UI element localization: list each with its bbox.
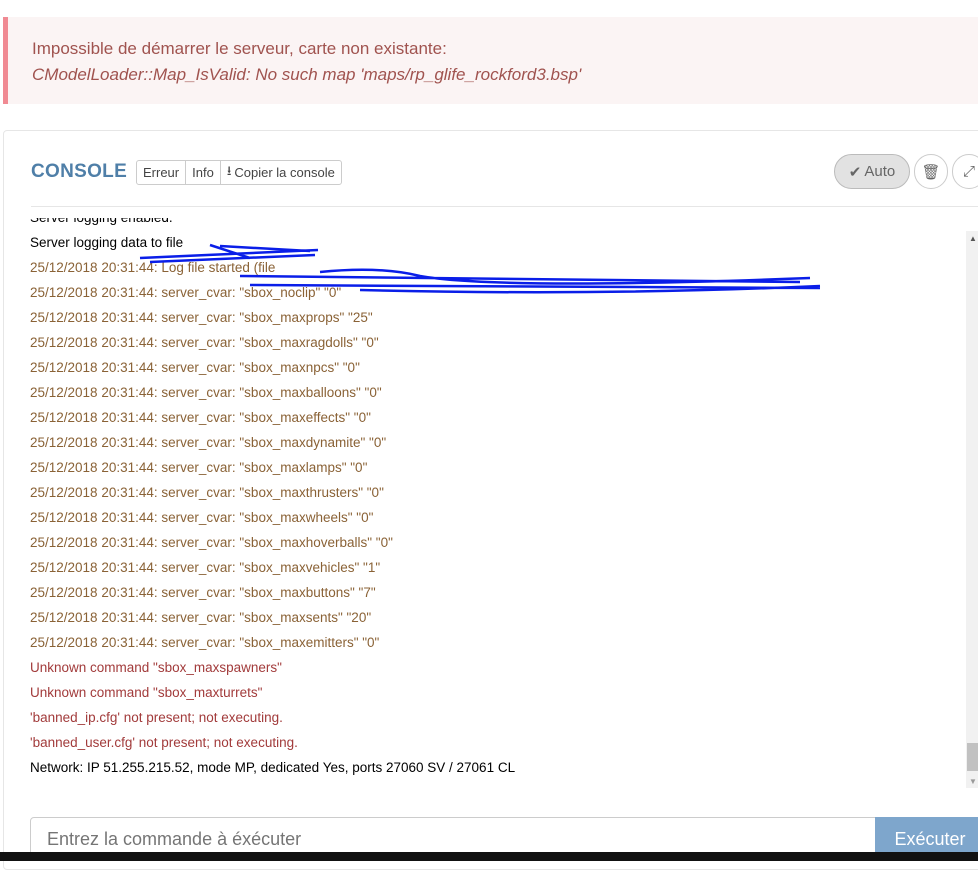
copy-console-button[interactable]: ⭳ Copier la console — [221, 161, 341, 184]
scroll-down-icon[interactable]: ▼ — [969, 777, 977, 786]
error-alert: Impossible de démarrer le serveur, carte… — [3, 17, 978, 104]
filter-error-button[interactable]: Erreur — [137, 161, 187, 184]
console-line: 'banned_ip.cfg' not present; not executi… — [30, 710, 283, 725]
auto-label: Auto — [864, 163, 896, 180]
fullscreen-button[interactable]: ⤢ — [952, 154, 978, 189]
console-line: 25/12/2018 20:31:44: server_cvar: "sbox_… — [30, 360, 360, 375]
clear-console-button[interactable]: 🗑 — [914, 154, 948, 189]
console-line: 25/12/2018 20:31:44: server_cvar: "sbox_… — [30, 385, 382, 400]
console-line: Unknown command "sbox_maxturrets" — [30, 685, 263, 700]
console-line: 25/12/2018 20:31:44: server_cvar: "sbox_… — [30, 635, 380, 650]
console-line: 25/12/2018 20:31:44: server_cvar: "sbox_… — [30, 335, 379, 350]
console-line: 25/12/2018 20:31:44: server_cvar: "sbox_… — [30, 310, 373, 325]
console-line: 25/12/2018 20:31:44: server_cvar: "sbox_… — [30, 485, 384, 500]
console-line: Network: IP 51.255.215.52, mode MP, dedi… — [30, 760, 516, 775]
console-panel: CONSOLE Erreur Info ⭳ Copier la console ✔… — [3, 130, 978, 870]
console-line: Server logging enabled. — [30, 218, 964, 230]
filter-info-button[interactable]: Info — [186, 161, 221, 184]
alert-message: Impossible de démarrer le serveur, carte… — [32, 39, 447, 58]
console-line: 'banned_user.cfg' not present; not execu… — [30, 735, 298, 750]
console-line: 25/12/2018 20:31:44: server_cvar: "sbox_… — [30, 410, 371, 425]
console-line: 25/12/2018 20:31:44: server_cvar: "sbox_… — [30, 510, 374, 525]
taskbar — [0, 852, 978, 861]
alert-detail: CModelLoader::Map_IsValid: No such map '… — [32, 65, 582, 84]
console-line: 25/12/2018 20:31:44: server_cvar: "sbox_… — [30, 460, 368, 475]
copy-console-label: Copier la console — [234, 165, 335, 180]
console-line: Unknown command "sbox_maxspawners" — [30, 660, 282, 675]
console-line: 25/12/2018 20:31:44: server_cvar: "sbox_… — [30, 610, 372, 625]
check-icon: ✔ — [848, 163, 862, 181]
console-line: 25/12/2018 20:31:44: server_cvar: "sbox_… — [30, 560, 381, 575]
divider — [31, 206, 978, 207]
console-line: 25/12/2018 20:31:44: server_cvar: "sbox_… — [30, 535, 393, 550]
console-line: Server logging data to file — [30, 235, 184, 250]
console-output: Server logging enabled. Server logging da… — [30, 218, 964, 790]
console-line: 25/12/2018 20:31:44: Log file started (f… — [30, 260, 276, 275]
auto-scroll-toggle[interactable]: ✔ Auto — [834, 154, 910, 189]
console-scrollbar[interactable]: ▲ ▼ — [966, 231, 978, 788]
console-line: 25/12/2018 20:31:44: server_cvar: "sbox_… — [30, 285, 342, 300]
console-line: 25/12/2018 20:31:44: server_cvar: "sbox_… — [30, 435, 387, 450]
download-icon: ⭳ — [226, 162, 232, 178]
expand-icon: ⤢ — [962, 163, 975, 180]
console-title: CONSOLE — [31, 161, 128, 182]
scroll-up-icon[interactable]: ▲ — [969, 234, 977, 243]
scrollbar-thumb[interactable] — [967, 743, 978, 771]
console-line: 25/12/2018 20:31:44: server_cvar: "sbox_… — [30, 585, 376, 600]
trash-icon: 🗑 — [921, 163, 941, 181]
filter-button-group: Erreur Info ⭳ Copier la console — [136, 160, 342, 185]
